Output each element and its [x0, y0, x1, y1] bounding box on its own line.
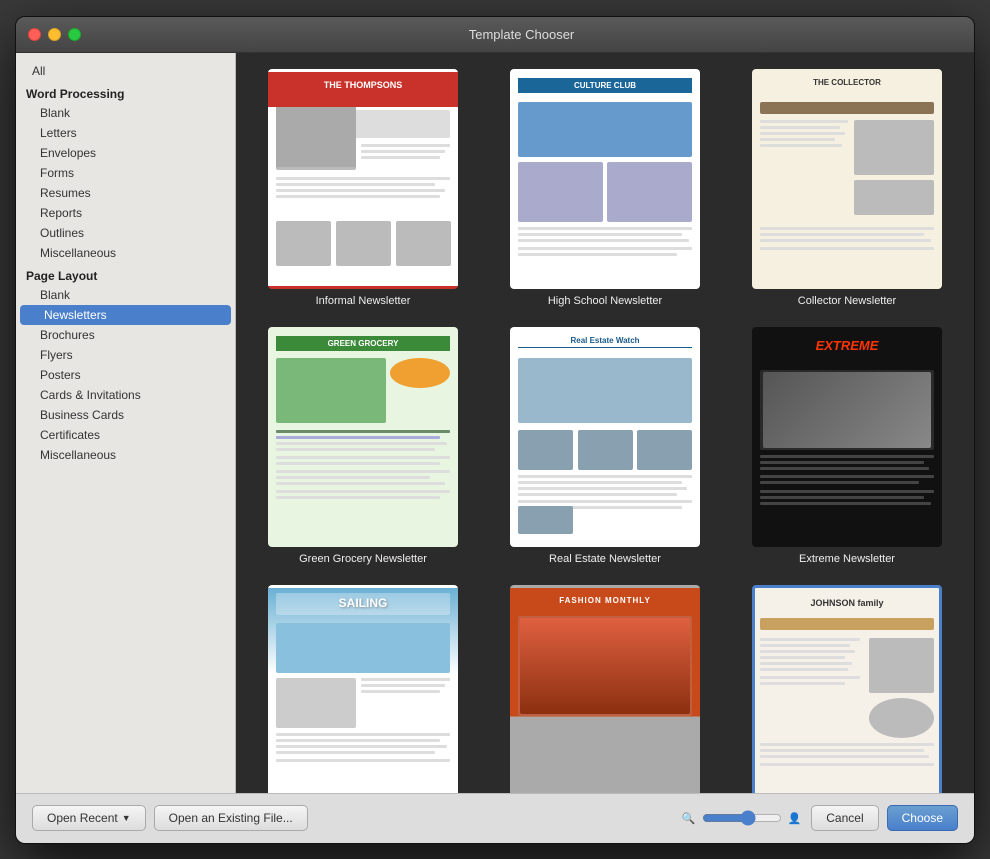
- sidebar-item-brochures[interactable]: Brochures: [16, 325, 235, 345]
- template-thumb-realestate: [510, 327, 700, 547]
- sidebar-item-outlines[interactable]: Outlines: [16, 223, 235, 243]
- sidebar-item-business-cards[interactable]: Business Cards: [16, 405, 235, 425]
- sidebar: All Word Processing Blank Letters Envelo…: [16, 53, 236, 793]
- sidebar-item-all[interactable]: All: [16, 61, 235, 81]
- titlebar: Template Chooser: [16, 17, 974, 53]
- footer-center: 🔍 👤: [682, 810, 801, 826]
- template-highschool[interactable]: High School Newsletter: [494, 69, 716, 307]
- template-thumb-extreme: [752, 327, 942, 547]
- template-chooser-window: Template Chooser All Word Processing Bla…: [15, 16, 975, 844]
- maximize-button[interactable]: [68, 28, 81, 41]
- minimize-button[interactable]: [48, 28, 61, 41]
- sidebar-item-flyers[interactable]: Flyers: [16, 345, 235, 365]
- template-grocery[interactable]: Green Grocery Newsletter: [252, 327, 474, 565]
- traffic-lights: [28, 28, 81, 41]
- template-thumb-collector: [752, 69, 942, 289]
- footer-right: Cancel Choose: [811, 805, 958, 831]
- template-collector[interactable]: Collector Newsletter: [736, 69, 958, 307]
- template-informal[interactable]: Informal Newsletter: [252, 69, 474, 307]
- close-button[interactable]: [28, 28, 41, 41]
- footer: Open Recent ▼ Open an Existing File... 🔍…: [16, 793, 974, 843]
- footer-left: Open Recent ▼ Open an Existing File...: [32, 805, 672, 831]
- template-thumb-highschool: [510, 69, 700, 289]
- sidebar-item-blank-pl[interactable]: Blank: [16, 285, 235, 305]
- templates-area: Informal Newsletter High School Newslett…: [236, 53, 974, 793]
- main-content: All Word Processing Blank Letters Envelo…: [16, 53, 974, 793]
- sidebar-item-cards[interactable]: Cards & Invitations: [16, 385, 235, 405]
- sidebar-item-reports[interactable]: Reports: [16, 203, 235, 223]
- template-thumb-modern: [510, 585, 700, 793]
- window-title: Template Chooser: [81, 27, 962, 42]
- choose-button[interactable]: Choose: [887, 805, 958, 831]
- open-recent-button[interactable]: Open Recent ▼: [32, 805, 146, 831]
- sidebar-item-blank-wp[interactable]: Blank: [16, 103, 235, 123]
- dropdown-arrow-icon: ▼: [122, 813, 131, 823]
- template-thumb-informal: [268, 69, 458, 289]
- template-extreme[interactable]: Extreme Newsletter: [736, 327, 958, 565]
- sidebar-category-page-layout: Page Layout: [16, 263, 235, 285]
- sidebar-item-certificates[interactable]: Certificates: [16, 425, 235, 445]
- template-realestate[interactable]: Real Estate Newsletter: [494, 327, 716, 565]
- template-thumb-sailing: [268, 585, 458, 793]
- sidebar-item-letters[interactable]: Letters: [16, 123, 235, 143]
- template-thumb-family: [752, 585, 942, 793]
- template-label-highschool: High School Newsletter: [548, 295, 662, 307]
- sidebar-item-newsletters[interactable]: Newsletters: [20, 305, 231, 325]
- template-family[interactable]: Family Newsletter: [736, 585, 958, 793]
- template-label-grocery: Green Grocery Newsletter: [299, 553, 427, 565]
- open-existing-button[interactable]: Open an Existing File...: [154, 805, 308, 831]
- sidebar-item-posters[interactable]: Posters: [16, 365, 235, 385]
- template-label-informal: Informal Newsletter: [316, 295, 411, 307]
- template-thumb-grocery: [268, 327, 458, 547]
- sidebar-item-misc-pl[interactable]: Miscellaneous: [16, 445, 235, 465]
- sidebar-item-forms[interactable]: Forms: [16, 163, 235, 183]
- sidebar-item-resumes[interactable]: Resumes: [16, 183, 235, 203]
- zoom-out-icon: 🔍: [682, 812, 696, 825]
- open-recent-label: Open Recent: [47, 811, 118, 825]
- template-sailing[interactable]: Sailing Newsletter: [252, 585, 474, 793]
- templates-grid: Informal Newsletter High School Newslett…: [252, 69, 958, 793]
- sidebar-item-misc-wp[interactable]: Miscellaneous: [16, 243, 235, 263]
- template-modern[interactable]: Modern Newsletter: [494, 585, 716, 793]
- template-label-collector: Collector Newsletter: [798, 295, 896, 307]
- sidebar-item-envelopes[interactable]: Envelopes: [16, 143, 235, 163]
- cancel-button[interactable]: Cancel: [811, 805, 878, 831]
- zoom-in-icon: 👤: [788, 812, 802, 825]
- template-label-extreme: Extreme Newsletter: [799, 553, 895, 565]
- template-label-realestate: Real Estate Newsletter: [549, 553, 661, 565]
- sidebar-category-word-processing: Word Processing: [16, 81, 235, 103]
- zoom-slider[interactable]: [702, 810, 782, 826]
